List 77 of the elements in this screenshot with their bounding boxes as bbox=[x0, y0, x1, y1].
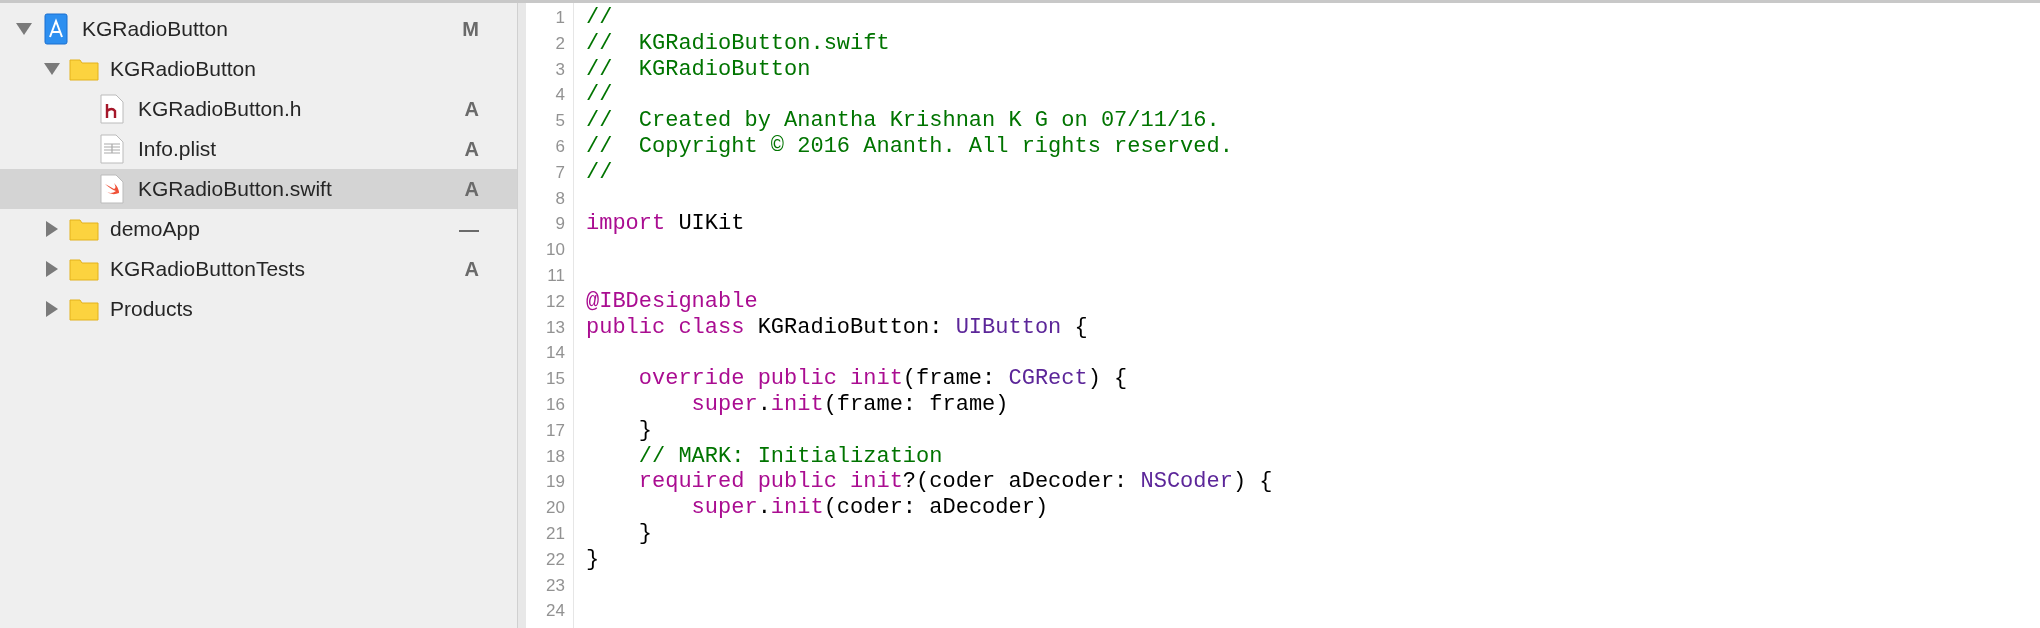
folder-icon bbox=[69, 217, 99, 241]
code-line: // Copyright © 2016 Ananth. All rights reserved. bbox=[586, 134, 1233, 160]
line-number: 6 bbox=[554, 136, 566, 158]
line-number: 20 bbox=[545, 497, 566, 520]
source-control-status: A bbox=[464, 137, 479, 162]
line-number: 9 bbox=[554, 213, 566, 236]
item-label: KGRadioButton.h bbox=[138, 96, 303, 123]
line-number: 15 bbox=[545, 368, 566, 391]
code-line: } bbox=[637, 520, 652, 547]
code-line: @IBDesignable bbox=[586, 288, 758, 315]
line-number: 2 bbox=[554, 32, 566, 55]
line-number: 7 bbox=[554, 161, 566, 184]
disclosure-triangle-icon[interactable] bbox=[45, 260, 59, 278]
code-line: } bbox=[637, 417, 652, 444]
line-number: 5 bbox=[554, 110, 566, 133]
navigator-item[interactable]: Info.plist A bbox=[0, 129, 517, 169]
source-control-status: A bbox=[464, 257, 479, 282]
app-project-icon bbox=[44, 13, 68, 45]
code-line: public class KGRadioButton: UIButton { bbox=[586, 314, 1088, 341]
source-control-status: M bbox=[462, 17, 479, 42]
line-number: 18 bbox=[545, 445, 566, 468]
item-label: KGRadioButton bbox=[82, 16, 229, 43]
line-number: 1 bbox=[554, 7, 566, 29]
item-label: demoApp bbox=[110, 216, 201, 243]
folder-icon bbox=[69, 297, 99, 321]
disclosure-triangle-icon[interactable] bbox=[15, 22, 33, 36]
line-number: 8 bbox=[554, 187, 566, 210]
disclosure-triangle-icon[interactable] bbox=[45, 220, 59, 238]
code-line: super.init(coder: aDecoder) bbox=[690, 495, 1049, 521]
item-label: KGRadioButton bbox=[110, 56, 257, 83]
navigator-item[interactable]: KGRadioButtonTests A bbox=[0, 249, 517, 289]
code-line: // KGRadioButton.swift bbox=[586, 30, 890, 57]
item-label: Info.plist bbox=[138, 136, 218, 163]
navigator-item[interactable]: KGRadioButton M bbox=[0, 9, 517, 49]
disclosure-triangle-icon[interactable] bbox=[43, 62, 61, 76]
code-line: // bbox=[586, 159, 613, 186]
line-number: 19 bbox=[545, 471, 566, 494]
swift-file-icon bbox=[100, 174, 124, 204]
navigator-item[interactable]: KGRadioButton bbox=[0, 49, 517, 89]
disclosure-triangle-icon[interactable] bbox=[45, 300, 59, 318]
code-line: required public init?(coder aDecoder: NSCoder) { bbox=[637, 469, 1273, 496]
line-number: 12 bbox=[545, 290, 566, 313]
item-label: Products bbox=[110, 296, 194, 323]
line-number: 22 bbox=[545, 548, 566, 571]
code-line: // Created by Anantha Krishnan K G on 07/11/16. bbox=[586, 108, 1220, 134]
item-label: KGRadioButtonTests bbox=[110, 256, 306, 283]
header-file-icon bbox=[100, 94, 124, 124]
line-number: 16 bbox=[545, 393, 566, 416]
item-label: KGRadioButton.swift bbox=[138, 176, 333, 203]
code-line: // KGRadioButton bbox=[586, 56, 811, 83]
source-control-status: A bbox=[464, 177, 479, 202]
line-number: 14 bbox=[545, 342, 566, 365]
line-number: 21 bbox=[545, 522, 566, 545]
folder-icon bbox=[69, 257, 99, 281]
code-line: // bbox=[586, 82, 613, 109]
navigator-item[interactable]: demoApp — bbox=[0, 209, 517, 249]
source-control-status: — bbox=[459, 217, 479, 242]
line-number: 13 bbox=[545, 316, 566, 339]
navigator-item[interactable]: Products bbox=[0, 289, 517, 329]
line-number: 23 bbox=[545, 574, 566, 597]
line-number: 3 bbox=[554, 58, 566, 81]
folder-icon bbox=[69, 57, 99, 81]
code-line: // MARK: Initialization bbox=[637, 443, 943, 470]
line-number: 10 bbox=[545, 239, 566, 262]
source-control-status: A bbox=[464, 97, 479, 122]
line-number: 11 bbox=[546, 264, 566, 287]
line-number: 24 bbox=[545, 600, 566, 623]
plist-file-icon bbox=[100, 134, 124, 164]
code-line: // bbox=[586, 5, 613, 31]
code-line: import UIKit bbox=[586, 211, 745, 238]
code-line: override public init(frame: CGRect) { bbox=[637, 366, 1128, 392]
line-number: 4 bbox=[554, 84, 566, 107]
navigator-item[interactable]: KGRadioButton.h A bbox=[0, 89, 517, 129]
code-line: } bbox=[586, 546, 600, 573]
line-number: 17 bbox=[545, 419, 566, 442]
code-line: super.init(frame: frame) bbox=[690, 391, 1009, 418]
navigator-item[interactable]: KGRadioButton.swift A bbox=[0, 169, 517, 209]
